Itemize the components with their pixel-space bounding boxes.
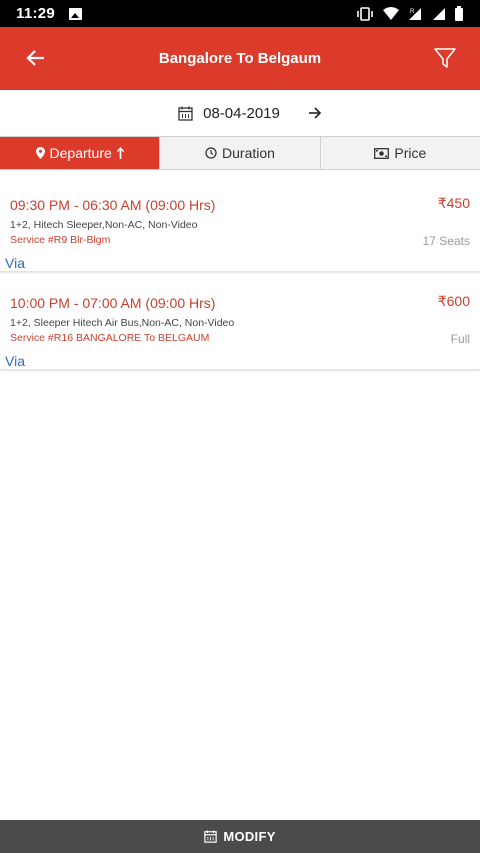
bus-price: ₹600 [437, 293, 470, 309]
bus-price: ₹450 [437, 195, 470, 211]
signal-icon [433, 7, 445, 20]
date-value: 08-04-2019 [203, 104, 280, 122]
via-link[interactable]: Via [5, 255, 25, 271]
vibrate-icon [357, 6, 373, 21]
bus-result-card[interactable]: 10:00 PM - 07:00 AM (09:00 Hrs) ₹600 1+2… [0, 280, 480, 370]
calendar-icon [204, 830, 218, 843]
next-date-button[interactable] [308, 107, 322, 119]
sort-tabs: Departure Duration Price [0, 136, 480, 170]
seats-available: Full [450, 332, 470, 346]
money-icon [374, 147, 390, 159]
back-button[interactable] [22, 44, 50, 72]
modify-button[interactable]: MODIFY [0, 820, 480, 853]
status-left: 11:29 [16, 5, 83, 22]
filter-button[interactable] [430, 43, 460, 73]
page-title: Bangalore To Belgaum [158, 50, 322, 67]
tab-duration[interactable]: Duration [160, 137, 321, 169]
battery-icon [455, 6, 463, 21]
modify-label: MODIFY [223, 829, 276, 844]
tab-duration-label: Duration [222, 145, 275, 161]
bus-timing: 09:30 PM - 06:30 AM (09:00 Hrs) [10, 197, 216, 213]
status-bar: 11:29 R [0, 0, 480, 27]
tab-departure[interactable]: Departure [0, 137, 161, 169]
date-row: 08-04-2019 [0, 90, 480, 136]
tab-price-label: Price [394, 145, 427, 161]
filter-icon [434, 48, 456, 68]
bus-service: Service #R9 Blr-Blgm [10, 234, 111, 246]
arrow-right-icon [308, 107, 321, 119]
status-right: R [356, 6, 464, 21]
arrow-up-icon [116, 146, 124, 159]
clock-icon [205, 147, 217, 159]
map-pin-icon [35, 147, 45, 159]
image-icon [69, 7, 83, 20]
status-time: 11:29 [16, 5, 56, 22]
tab-price[interactable]: Price [320, 137, 480, 169]
calendar-icon [178, 106, 193, 121]
bus-service: Service #R16 BANGALORE To BELGAUM [10, 332, 210, 344]
svg-text:R: R [410, 9, 415, 15]
app-bar: Bangalore To Belgaum [0, 27, 480, 90]
seats-available: 17 Seats [422, 234, 470, 248]
bus-result-card[interactable]: 09:30 PM - 06:30 AM (09:00 Hrs) ₹450 1+2… [0, 182, 480, 272]
tab-departure-label: Departure [49, 145, 112, 161]
signal-r-icon: R [409, 7, 421, 20]
bus-type: 1+2, Hitech Sleeper,Non-AC, Non-Video [10, 219, 198, 231]
results-list: 09:30 PM - 06:30 AM (09:00 Hrs) ₹450 1+2… [0, 182, 480, 378]
bus-type: 1+2, Sleeper Hitech Air Bus,Non-AC, Non-… [10, 317, 235, 329]
via-link[interactable]: Via [5, 353, 25, 369]
date-selector[interactable]: 08-04-2019 [178, 105, 280, 122]
bus-timing: 10:00 PM - 07:00 AM (09:00 Hrs) [10, 295, 216, 311]
arrow-left-icon [26, 50, 44, 66]
wifi-icon [383, 6, 399, 20]
